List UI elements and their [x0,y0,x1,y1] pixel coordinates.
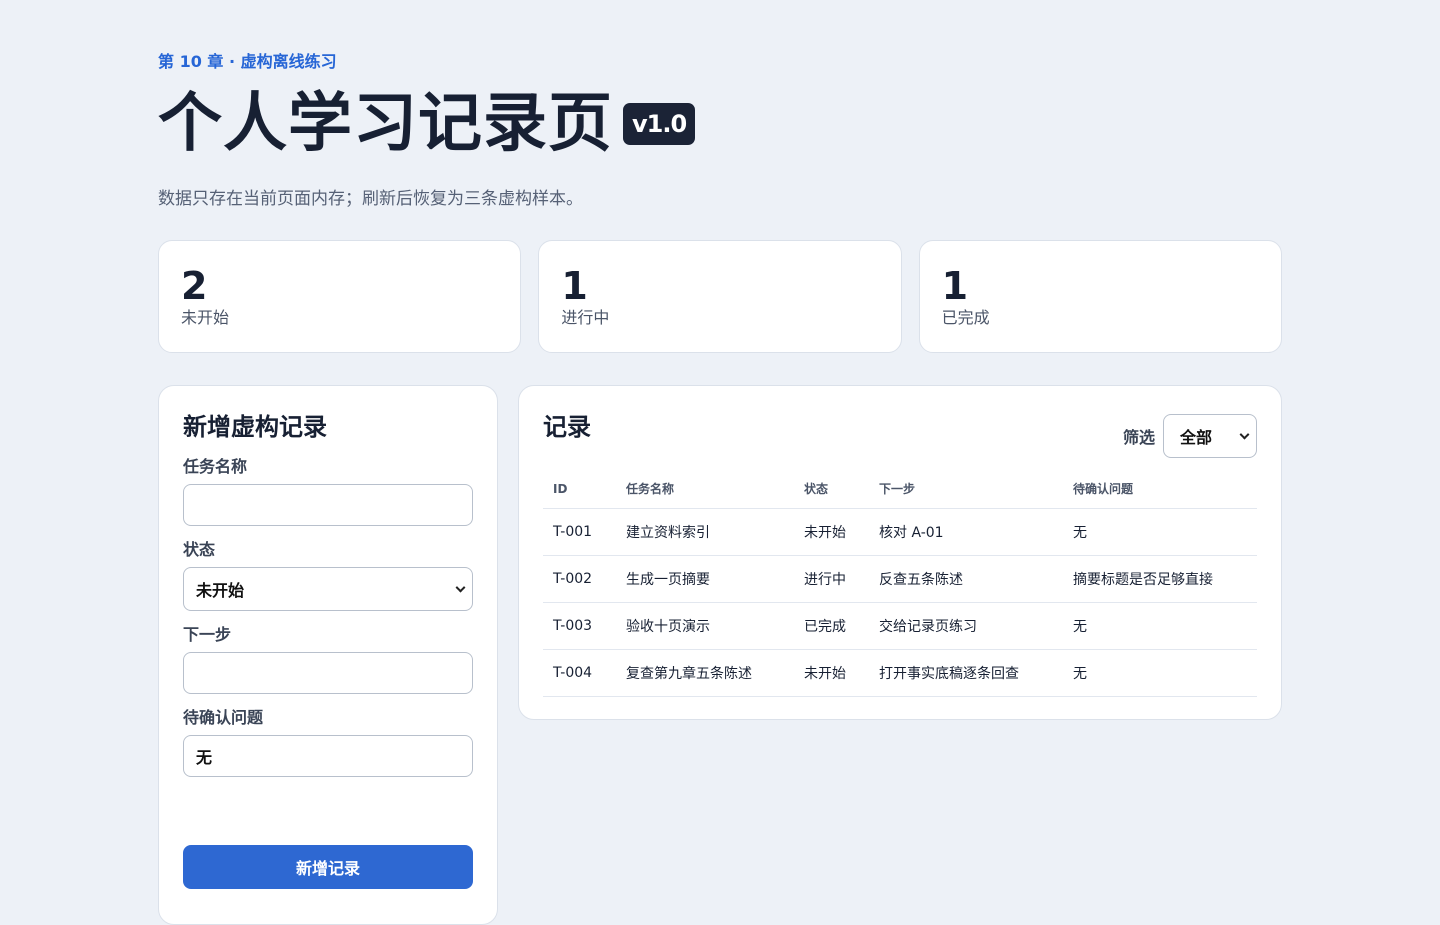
page-title: 个人学习记录页 [158,87,613,161]
chapter-label: 第 10 章 · 虚构离线练习 [158,52,337,71]
cell-task: 验收十页演示 [616,602,794,650]
column-header-id: ID [543,470,616,509]
cell-task: 生成一页摘要 [616,555,794,603]
cell-id: T-003 [543,602,616,650]
cell-status: 未开始 [794,649,869,697]
version-badge: v1.0 [623,103,696,145]
cell-status: 未开始 [794,508,869,556]
new-record-form: 新增虚构记录 任务名称 状态 未开始 下一步 待确认问题 新增记录 [158,385,498,925]
column-header-pending: 待确认问题 [1063,470,1257,509]
records-panel: 记录 筛选 全部 ID 任务名称 状态 下一步 待确认问题 T-001 建立资料… [518,385,1282,720]
cell-status: 已完成 [794,602,869,650]
cell-next-step: 反查五条陈述 [869,555,1063,603]
next-step-input[interactable] [183,652,473,694]
records-table: ID 任务名称 状态 下一步 待确认问题 T-001 建立资料索引 未开始 核对… [543,470,1257,697]
column-header-next-step: 下一步 [869,470,1063,509]
status-select[interactable]: 未开始 [183,567,473,611]
task-name-label: 任务名称 [183,457,248,476]
cell-task: 复查第九章五条陈述 [616,649,794,697]
pending-question-input[interactable] [183,735,473,777]
cell-pending: 无 [1063,602,1257,650]
chevron-down-icon [1239,429,1250,440]
stat-label: 进行中 [561,308,610,327]
stat-card-in-progress: 1 进行中 [538,240,902,353]
stat-label: 已完成 [941,308,990,327]
status-label: 状态 [183,540,216,559]
stat-value: 1 [561,264,588,308]
cell-pending: 无 [1063,508,1257,556]
records-header: 记录 筛选 全部 [543,410,1257,470]
filter-select-value: 全部 [1180,428,1213,447]
cell-next-step: 核对 A-01 [869,508,1063,556]
table-row: T-001 建立资料索引 未开始 核对 A-01 无 [543,508,1257,556]
cell-id: T-001 [543,508,616,556]
table-row: T-003 验收十页演示 已完成 交给记录页练习 无 [543,602,1257,650]
column-header-status: 状态 [794,470,869,509]
stat-card-done: 1 已完成 [918,240,1282,353]
cell-next-step: 打开事实底稿逐条回查 [869,649,1063,697]
filter-label: 筛选 [1122,428,1155,447]
cell-next-step: 交给记录页练习 [869,602,1063,650]
cell-pending: 无 [1063,649,1257,697]
filter-group: 筛选 全部 [1123,414,1257,458]
next-step-label: 下一步 [183,625,232,644]
stat-value: 1 [941,264,969,308]
table-header-row: ID 任务名称 状态 下一步 待确认问题 [543,470,1257,509]
cell-id: T-004 [543,649,616,697]
cell-pending: 摘要标题是否足够直接 [1063,555,1257,603]
stat-card-not-started: 2 未开始 [158,240,522,353]
cell-id: T-002 [543,555,616,603]
stat-label: 未开始 [181,308,230,327]
chevron-down-icon [455,582,466,593]
task-name-input[interactable] [183,484,473,526]
add-record-button[interactable]: 新增记录 [183,845,473,889]
title-row: 个人学习记录页 v1.0 [158,84,696,164]
pending-question-label: 待确认问题 [183,708,264,727]
filter-select[interactable]: 全部 [1163,414,1257,458]
cell-status: 进行中 [794,555,869,603]
column-header-task: 任务名称 [616,470,794,509]
table-row: T-002 生成一页摘要 进行中 反查五条陈述 摘要标题是否足够直接 [543,555,1257,603]
table-row: T-004 复查第九章五条陈述 未开始 打开事实底稿逐条回查 无 [543,649,1257,697]
stat-value: 2 [181,264,208,308]
cell-task: 建立资料索引 [616,508,794,556]
stats-row: 2 未开始 1 进行中 1 已完成 [158,240,1282,353]
status-select-value: 未开始 [196,581,245,600]
page-subtitle: 数据只存在当前页面内存；刷新后恢复为三条虚构样本。 [158,189,583,209]
form-title: 新增虚构记录 [183,413,327,441]
